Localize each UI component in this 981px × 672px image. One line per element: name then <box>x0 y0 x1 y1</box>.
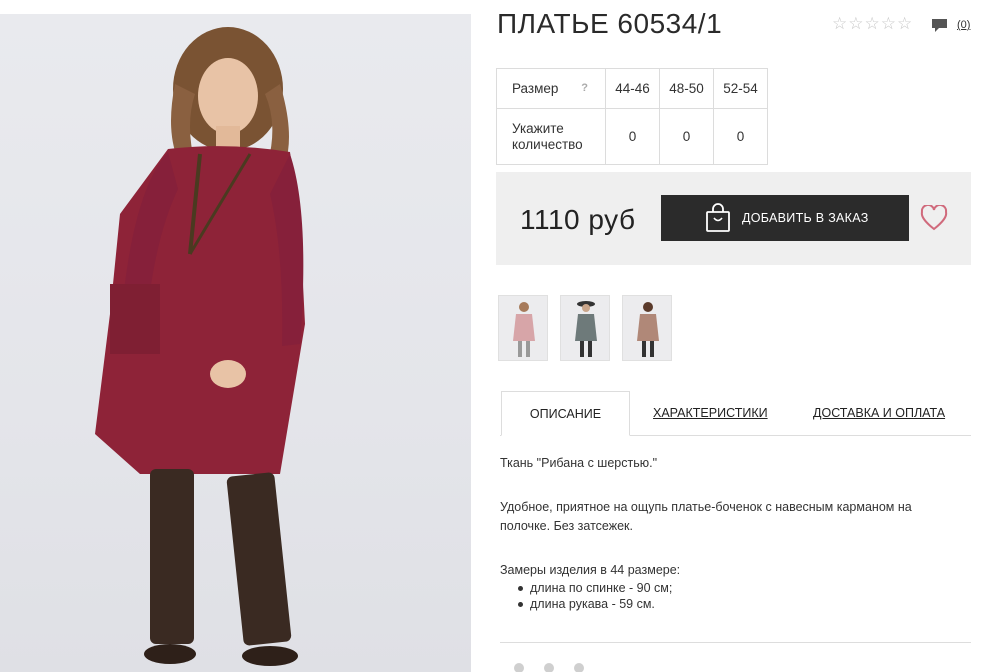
thumbnail-gallery <box>498 295 672 361</box>
thumbnail-pink-dress[interactable] <box>498 295 548 361</box>
share-icons <box>514 663 584 672</box>
share-icon[interactable] <box>574 663 584 672</box>
star-icon[interactable]: ☆ <box>897 15 912 32</box>
thumbnail-image <box>513 302 535 357</box>
comment-icon[interactable] <box>931 18 948 33</box>
comments-count-link[interactable]: (0) <box>957 19 970 31</box>
price: 1110 руб <box>520 204 636 235</box>
size-option: 44-46 <box>605 68 660 109</box>
tab-delivery-payment[interactable]: ДОСТАВКА И ОПЛАТА <box>813 391 945 436</box>
quantity-input[interactable]: 0 <box>713 108 768 165</box>
tab-characteristics[interactable]: ХАРАКТЕРИСТИКИ <box>653 391 768 436</box>
product-title: ПЛАТЬЕ 60534/1 <box>497 8 723 39</box>
size-help-icon[interactable]: ? <box>581 82 588 94</box>
description-panel: Ткань "Рибана с шерстью." Удобное, прият… <box>500 454 960 612</box>
thumbnail-grey-dress[interactable] <box>560 295 610 361</box>
rating-stars[interactable]: ☆ ☆ ☆ ☆ ☆ <box>832 15 912 32</box>
list-item: длина по спинке - 90 см; <box>518 580 960 596</box>
quantity-input[interactable]: 0 <box>659 108 714 165</box>
measurements-list: длина по спинке - 90 см; длина рукава - … <box>518 580 960 612</box>
star-icon[interactable]: ☆ <box>848 15 863 32</box>
add-to-order-button[interactable]: ДОБАВИТЬ В ЗАКАЗ <box>661 195 909 241</box>
price-box: 1110 руб ДОБАВИТЬ В ЗАКАЗ <box>496 172 971 265</box>
qty-label: Укажите количество <box>512 120 583 152</box>
shopping-bag-icon <box>706 203 730 232</box>
share-icon[interactable] <box>544 663 554 672</box>
qty-label-cell: Укажите количество <box>496 108 606 165</box>
size-table: Размер ? 44-46 48-50 52-54 Укажите колич… <box>496 68 768 165</box>
product-main-photo[interactable] <box>0 14 471 672</box>
thumbnail-beige-dress[interactable] <box>622 295 672 361</box>
size-option: 48-50 <box>659 68 714 109</box>
heart-icon[interactable] <box>920 205 948 231</box>
star-icon[interactable]: ☆ <box>832 15 847 32</box>
size-label: Размер <box>512 81 559 96</box>
description-text: Удобное, приятное на ощупь платье-бочено… <box>500 500 912 533</box>
thumbnail-image <box>637 302 659 357</box>
tab-description[interactable]: ОПИСАНИЕ <box>501 391 630 436</box>
divider <box>500 642 971 643</box>
thumbnail-image <box>575 301 597 357</box>
description-measurements-title: Замеры изделия в 44 размере: <box>500 563 681 577</box>
list-item: длина рукава - 59 см. <box>518 596 960 612</box>
add-to-order-label: ДОБАВИТЬ В ЗАКАЗ <box>742 211 869 225</box>
description-fabric: Ткань "Рибана с шерстью." <box>500 456 658 470</box>
star-icon[interactable]: ☆ <box>865 15 880 32</box>
size-label-cell: Размер ? <box>496 68 606 109</box>
size-option: 52-54 <box>713 68 768 109</box>
product-tabs: ОПИСАНИЕ ХАРАКТЕРИСТИКИ ДОСТАВКА И ОПЛАТ… <box>500 391 971 436</box>
model-in-dress-image <box>95 27 305 666</box>
quantity-input[interactable]: 0 <box>605 108 660 165</box>
star-icon[interactable]: ☆ <box>881 15 896 32</box>
share-icon[interactable] <box>514 663 524 672</box>
